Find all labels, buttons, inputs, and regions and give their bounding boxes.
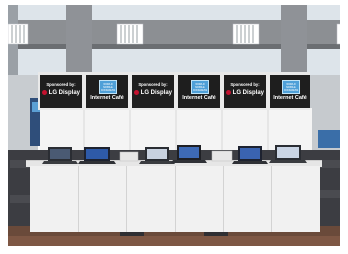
photo-scene: Sponsored by: LG Display WORLD MOBILE CO… — [0, 0, 348, 254]
laptop — [42, 147, 78, 164]
floor-shadow — [204, 232, 228, 236]
laptop — [269, 145, 307, 163]
laptops-layer — [42, 145, 307, 236]
laptop — [139, 147, 175, 164]
laptop — [171, 145, 207, 163]
device-box — [119, 151, 139, 162]
floor-shadow — [120, 232, 144, 236]
laptop — [78, 147, 116, 164]
device-box — [211, 150, 233, 162]
laptop — [232, 146, 268, 164]
